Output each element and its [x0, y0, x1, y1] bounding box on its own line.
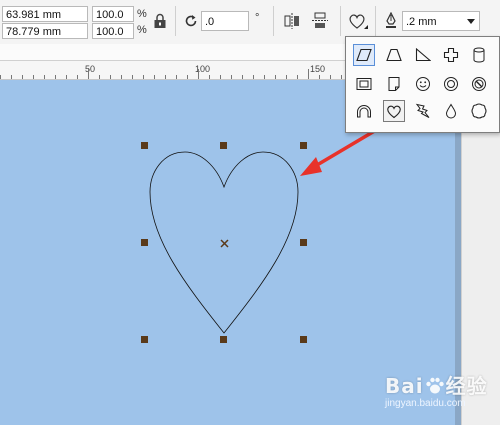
ruler-tick — [319, 75, 320, 79]
ruler-tick — [55, 75, 56, 79]
teardrop-shape-icon[interactable] — [440, 100, 462, 122]
ruler-tick — [0, 75, 1, 79]
ruler-tick — [154, 75, 155, 79]
ruler-tick — [132, 75, 133, 79]
right-triangle-shape-icon[interactable] — [412, 44, 434, 66]
ruler-tick — [33, 75, 34, 79]
ruler-tick — [242, 75, 243, 79]
ruler-label: 50 — [85, 64, 96, 74]
ruler-tick — [11, 75, 12, 79]
ruler-label: 150 — [310, 64, 326, 74]
ruler-tick — [22, 75, 23, 79]
ruler-tick — [253, 75, 254, 79]
ruler-tick — [77, 75, 78, 79]
paw-logo — [424, 376, 446, 396]
cylinder-shape-icon[interactable] — [468, 44, 490, 66]
ruler-tick — [143, 75, 144, 79]
object-height-field[interactable]: 78.779 mm — [2, 23, 88, 39]
mirror-horizontal-icon[interactable] — [284, 12, 300, 33]
heart-shape-icon[interactable] — [383, 100, 405, 122]
lock-ratio-icon[interactable] — [153, 13, 167, 32]
donut-shape-icon[interactable] — [440, 73, 462, 95]
no-symbol-shape-icon[interactable] — [468, 73, 490, 95]
ruler-tick — [297, 75, 298, 79]
trapezoid-shape-icon[interactable] — [383, 44, 405, 66]
basic-shapes-picker — [345, 36, 500, 133]
watermark-brand: Bai — [385, 374, 424, 398]
ruler-tick — [264, 75, 265, 79]
selection-handle — [141, 142, 148, 149]
selection-handle — [220, 142, 227, 149]
frame-shape-icon[interactable] — [353, 73, 375, 95]
ruler-tick — [286, 75, 287, 79]
ruler-tick — [220, 75, 221, 79]
ruler-tick — [66, 75, 67, 79]
ruler-tick — [187, 75, 188, 79]
ruler-tick — [330, 75, 331, 79]
outline-width-value: .2 mm — [406, 16, 437, 28]
percent-label: % — [137, 24, 147, 36]
percent-label: % — [137, 8, 147, 20]
smiley-shape-icon[interactable] — [412, 73, 434, 95]
ruler-tick — [110, 75, 111, 79]
cross-shape-icon[interactable] — [440, 44, 462, 66]
parallelogram-shape-icon[interactable] — [353, 44, 375, 66]
object-width-field[interactable]: 63.981 mm — [2, 6, 88, 22]
ruler-tick — [44, 75, 45, 79]
arch-shape-icon[interactable] — [353, 100, 375, 122]
folded-corner-shape-icon[interactable] — [383, 73, 405, 95]
scale-x-field[interactable]: 100.0 — [92, 6, 134, 22]
ruler-tick — [198, 69, 199, 79]
ruler-tick — [275, 75, 276, 79]
selection-handle — [300, 142, 307, 149]
rotate-icon — [183, 13, 199, 32]
selection-handle — [141, 336, 148, 343]
watermark-brand-cn: 经验 — [445, 374, 488, 398]
ruler-tick — [231, 75, 232, 79]
scalloped-shape-icon[interactable] — [468, 100, 490, 122]
rotation-angle-field[interactable]: .0 — [201, 11, 249, 31]
selection-handle — [300, 239, 307, 246]
ruler-tick — [176, 75, 177, 79]
ruler-tick — [121, 75, 122, 79]
basic-shapes-icon[interactable] — [348, 12, 370, 35]
selection-handle — [220, 336, 227, 343]
outline-pen-icon — [384, 11, 398, 33]
watermark: Bai 经验 jingyan.baidu.com — [385, 370, 488, 409]
ruler-tick — [88, 69, 89, 79]
degree-label: ° — [255, 12, 260, 24]
ruler-tick — [341, 75, 342, 79]
lightning-shape-icon[interactable] — [412, 100, 434, 122]
selection-handle — [141, 239, 148, 246]
outline-width-dropdown[interactable]: .2 mm — [402, 11, 480, 31]
mirror-vertical-icon[interactable] — [312, 12, 328, 33]
scale-y-field[interactable]: 100.0 — [92, 23, 134, 39]
ruler-tick — [308, 69, 309, 79]
chevron-down-icon — [467, 19, 475, 24]
watermark-url: jingyan.baidu.com — [385, 398, 466, 409]
selection-handle — [300, 336, 307, 343]
ruler-tick — [165, 75, 166, 79]
center-marker — [220, 239, 229, 248]
ruler-tick — [209, 75, 210, 79]
ruler-tick — [99, 75, 100, 79]
